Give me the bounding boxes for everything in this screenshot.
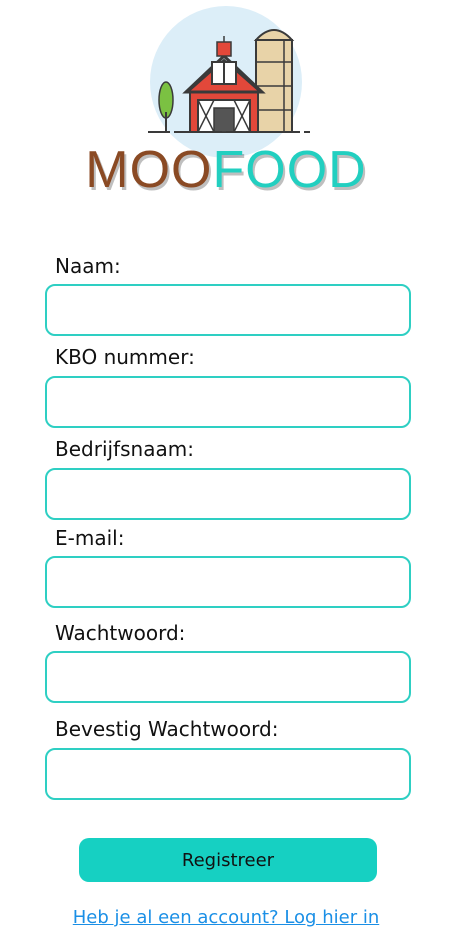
company-name-input[interactable] bbox=[45, 468, 411, 520]
confirm-password-input[interactable] bbox=[45, 748, 411, 800]
brand-wordmark: MOOFOOD bbox=[0, 140, 452, 200]
kbo-number-input[interactable] bbox=[45, 376, 411, 428]
confirm-password-label: Bevestig Wachtwoord: bbox=[55, 717, 279, 741]
brand-part-moo: MOO bbox=[85, 141, 213, 199]
kbo-number-label: KBO nummer: bbox=[55, 345, 195, 369]
email-input[interactable] bbox=[45, 556, 411, 608]
name-label: Naam: bbox=[55, 254, 121, 278]
email-label: E-mail: bbox=[55, 526, 125, 550]
name-input[interactable] bbox=[45, 284, 411, 336]
company-name-label: Bedrijfsnaam: bbox=[55, 437, 194, 461]
password-input[interactable] bbox=[45, 651, 411, 703]
brand-part-food: FOOD bbox=[212, 141, 367, 199]
login-link[interactable]: Heb je al een account? Log hier in bbox=[0, 907, 452, 928]
register-button[interactable]: Registreer bbox=[79, 838, 377, 882]
password-label: Wachtwoord: bbox=[55, 621, 186, 645]
